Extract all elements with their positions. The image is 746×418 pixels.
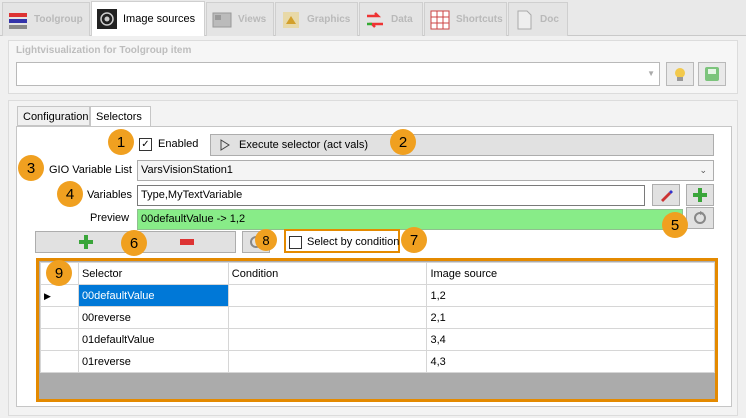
condition-cell[interactable] (227, 306, 428, 329)
top-tab-graphics[interactable]: Graphics (275, 2, 358, 36)
gio-value: VarsVisionStation1 (141, 164, 233, 176)
column-header-condition[interactable]: Condition (227, 262, 428, 285)
variables-value: Type,MyTextVariable (141, 189, 243, 201)
execute-selector-label: Execute selector (act vals) (239, 139, 368, 151)
refresh-preview-button[interactable] (686, 207, 714, 229)
condition-cell[interactable] (227, 284, 428, 307)
selectors-grid: Selector Condition Image source ▶ 00defa… (36, 258, 718, 402)
annotation-badge-4: 4 (57, 181, 83, 207)
column-header-selector[interactable]: Selector (77, 262, 229, 285)
edit-variables-button[interactable] (652, 184, 680, 206)
top-tab-data[interactable]: Data (359, 2, 423, 36)
add-light-button[interactable] (666, 62, 694, 86)
top-tab-shortcuts[interactable]: Shortcuts (424, 2, 507, 36)
save-light-button[interactable] (698, 62, 726, 86)
preview-value: 00defaultValue -> 1,2 (141, 213, 246, 225)
annotation-badge-1: 1 (108, 129, 134, 155)
table-row[interactable]: 01defaultValue 3,4 (40, 328, 715, 351)
row-header[interactable] (40, 350, 79, 373)
variables-label: Variables (87, 189, 133, 201)
shortcuts-icon (430, 10, 450, 29)
image-source-cell[interactable]: 1,2 (426, 284, 715, 307)
top-tab-views[interactable]: Views (206, 2, 274, 36)
graphics-icon (283, 11, 299, 28)
execute-selector-button[interactable]: Execute selector (act vals) (210, 134, 714, 156)
data-icon (367, 11, 383, 28)
top-tab-image-sources[interactable]: Image sources (91, 1, 205, 36)
table-row[interactable]: 00reverse 2,1 (40, 306, 715, 329)
pencil-icon (661, 190, 673, 202)
tab-selectors[interactable]: Selectors (90, 106, 151, 127)
plus-icon (693, 188, 707, 202)
chevron-down-icon[interactable]: ⌄ (699, 165, 707, 176)
views-icon (212, 12, 232, 27)
top-tab-label: Views (238, 14, 267, 25)
plus-icon (78, 235, 93, 249)
variables-input[interactable]: Type,MyTextVariable (137, 185, 645, 206)
annotation-badge-7: 7 (401, 227, 427, 253)
play-icon (220, 139, 230, 151)
annotation-badge-3: 3 (18, 155, 44, 181)
selector-cell[interactable]: 00reverse (77, 306, 229, 329)
select-by-condition-label: Select by condition (307, 236, 400, 248)
remove-selector-button[interactable] (138, 231, 236, 253)
top-tab-label: Graphics (307, 14, 351, 25)
tab-label: Configuration (23, 111, 89, 123)
preview-label: Preview (90, 212, 130, 224)
save-icon (705, 67, 719, 81)
annotation-badge-8: 8 (255, 229, 277, 251)
image-source-cell[interactable]: 3,4 (426, 328, 715, 351)
table-row[interactable]: ▶ 00defaultValue 1,2 (40, 284, 715, 307)
selectors-table: Selector Condition Image source ▶ 00defa… (40, 262, 715, 373)
table-row[interactable]: 01reverse 4,3 (40, 350, 715, 373)
lightvisualization-combo[interactable]: ▼ (16, 62, 660, 86)
selector-cell[interactable]: 01reverse (77, 350, 229, 373)
enabled-checkbox[interactable]: ✓ (139, 138, 152, 151)
top-tab-label: Shortcuts (456, 14, 503, 25)
row-header[interactable]: ▶ (40, 284, 79, 307)
minus-icon (180, 239, 194, 245)
condition-cell[interactable] (227, 350, 428, 373)
top-tab-label: Toolgroup (34, 14, 83, 25)
doc-icon (517, 10, 532, 29)
top-tab-label: Doc (540, 14, 559, 25)
tab-label: Selectors (96, 111, 142, 123)
image-source-cell[interactable]: 2,1 (426, 306, 715, 329)
select-by-condition-checkbox[interactable] (289, 236, 302, 249)
current-row-icon: ▶ (44, 290, 51, 301)
column-header-image-source[interactable]: Image source (426, 262, 715, 285)
annotation-badge-6: 6 (121, 230, 147, 256)
add-variable-button[interactable] (686, 184, 714, 206)
top-tab-label: Image sources (123, 13, 196, 25)
annotation-badge-5: 5 (662, 212, 688, 238)
tab-configuration[interactable]: Configuration (17, 106, 90, 126)
annotation-badge-9: 9 (46, 260, 72, 286)
image-sources-icon (97, 9, 117, 29)
table-header-row: Selector Condition Image source (40, 262, 715, 285)
annotation-badge-2: 2 (390, 129, 416, 155)
selector-cell[interactable]: 00defaultValue (77, 284, 229, 307)
selector-cell[interactable]: 01defaultValue (77, 328, 229, 351)
image-source-cell[interactable]: 4,3 (426, 350, 715, 373)
top-tab-doc[interactable]: Doc (508, 2, 568, 36)
lightbulb-add-icon (675, 68, 685, 81)
row-header[interactable] (40, 328, 79, 351)
top-tab-toolgroup[interactable]: Toolgroup (2, 2, 90, 36)
row-header[interactable] (40, 306, 79, 329)
panel-title: Lightvisualization for Toolgroup item (16, 45, 192, 56)
checkmark-icon: ✓ (141, 139, 150, 150)
refresh-icon (694, 211, 706, 224)
gio-variable-list-select[interactable]: VarsVisionStation1 ⌄ (137, 160, 714, 181)
condition-cell[interactable] (227, 328, 428, 351)
top-tab-label: Data (391, 14, 413, 25)
gio-variable-list-label: GIO Variable List (49, 164, 132, 176)
chevron-down-icon[interactable]: ▼ (647, 69, 655, 78)
enabled-label: Enabled (158, 138, 199, 150)
toolgroup-icon (9, 12, 27, 29)
